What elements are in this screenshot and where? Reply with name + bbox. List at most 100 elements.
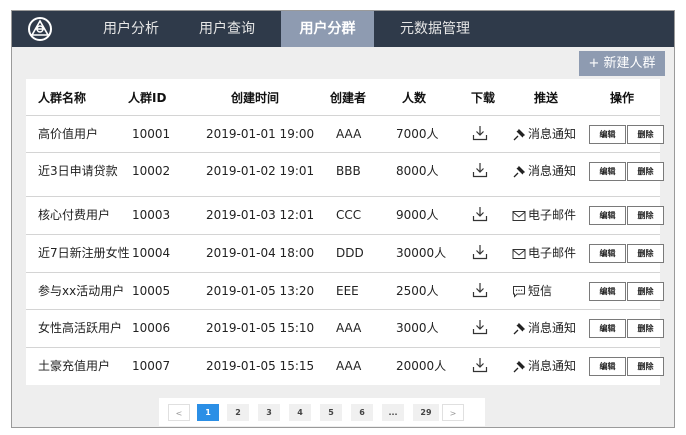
- tab-user-query[interactable]: 用户查询: [188, 11, 266, 47]
- edit-button[interactable]: 编辑: [589, 125, 626, 144]
- push-channel: 消息通知: [512, 116, 576, 153]
- cell-created-at: 2019-01-04 18:00: [206, 246, 315, 260]
- cell-creator: DDD: [336, 246, 364, 260]
- download-icon[interactable]: [472, 162, 488, 178]
- pin-icon: [512, 321, 528, 335]
- cell-id: 10006: [132, 321, 171, 335]
- header-ops: 操作: [610, 91, 635, 105]
- cell-creator: AAA: [336, 359, 362, 373]
- page-button[interactable]: 4: [289, 404, 311, 421]
- cell-count: 8000人: [396, 164, 439, 178]
- download-icon[interactable]: [472, 357, 488, 373]
- push-label: 电子邮件: [528, 208, 577, 222]
- cell-creator: EEE: [336, 284, 359, 298]
- page-button[interactable]: 5: [320, 404, 342, 421]
- cell-creator: BBB: [336, 164, 361, 178]
- header-id: 人群ID: [128, 91, 167, 105]
- cell-id: 10007: [132, 359, 171, 373]
- new-group-button[interactable]: + 新建人群: [579, 51, 665, 76]
- page-button[interactable]: 6: [351, 404, 373, 421]
- header-download: 下载: [471, 91, 496, 105]
- cell-created-at: 2019-01-05 15:15: [206, 359, 315, 373]
- cell-name: 核心付费用户: [38, 208, 111, 222]
- cell-id: 10004: [132, 246, 171, 260]
- table-row: 近3日申请贷款 10002 2019-01-02 19:01 BBB 8000人 消息通知…: [26, 152, 664, 189]
- logo-icon: [28, 17, 52, 41]
- push-label: 短信: [528, 284, 553, 298]
- mail-icon: [512, 208, 528, 222]
- group-table: 人群名称 人群ID 创建时间 创建者 人数 下载 推送 操作 高价值用户 1000…: [26, 79, 664, 385]
- page-button[interactable]: 29: [413, 404, 439, 421]
- download-icon[interactable]: [472, 319, 488, 335]
- cell-name: 近7日新注册女性: [38, 246, 130, 260]
- cell-id: 10005: [132, 284, 171, 298]
- push-channel: 消息通知: [512, 348, 576, 385]
- cell-creator: AAA: [336, 321, 362, 335]
- delete-button[interactable]: 删除: [627, 244, 664, 263]
- table-row: 女性高活跃用户 10006 2019-01-05 15:10 AAA 3000人 消息通知…: [26, 309, 664, 347]
- delete-button[interactable]: 删除: [627, 162, 664, 181]
- cell-count: 20000人: [396, 359, 447, 373]
- download-icon[interactable]: [472, 125, 488, 141]
- tab-user-segmentation[interactable]: 用户分群: [281, 11, 374, 47]
- table-row: 近7日新注册女性 10004 2019-01-04 18:00 DDD 30000人 电子…: [26, 234, 664, 272]
- push-label: 消息通知: [528, 127, 577, 141]
- page-button[interactable]: 1: [197, 404, 219, 421]
- page-button[interactable]: 3: [258, 404, 280, 421]
- next-page-button[interactable]: >: [442, 404, 464, 421]
- cell-name: 近3日申请贷款: [38, 164, 118, 178]
- cell-created-at: 2019-01-03 12:01: [206, 208, 315, 222]
- pagination: < 1 2 3 4 5 6... 29 >: [159, 398, 485, 426]
- cell-name: 土豪充值用户: [38, 359, 111, 373]
- header-created-at: 创建时间: [231, 91, 280, 105]
- edit-button[interactable]: 编辑: [589, 162, 626, 181]
- cell-count: 3000人: [396, 321, 439, 335]
- edit-button[interactable]: 编辑: [589, 319, 626, 338]
- tab-user-analysis[interactable]: 用户分析: [92, 11, 170, 47]
- download-icon[interactable]: [472, 206, 488, 222]
- download-icon[interactable]: [472, 282, 488, 298]
- cell-name: 参与xx活动用户: [38, 284, 125, 298]
- push-label: 消息通知: [528, 359, 577, 373]
- delete-button[interactable]: 删除: [627, 357, 664, 376]
- app-window: 用户分析 用户查询 用户分群 元数据管理 + 新建人群 人群名称 人群ID 创建…: [11, 10, 675, 428]
- prev-page-button[interactable]: <: [168, 404, 190, 421]
- cell-id: 10003: [132, 208, 171, 222]
- table-row: 高价值用户 10001 2019-01-01 19:00 AAA 7000人 消息通知 编辑…: [26, 115, 664, 153]
- cell-count: 7000人: [396, 127, 439, 141]
- cell-count: 9000人: [396, 208, 439, 222]
- pin-icon: [512, 359, 528, 373]
- page-ellipsis: ...: [382, 404, 404, 421]
- download-icon[interactable]: [472, 244, 488, 260]
- edit-button[interactable]: 编辑: [589, 244, 626, 263]
- delete-button[interactable]: 删除: [627, 319, 664, 338]
- edit-button[interactable]: 编辑: [589, 206, 626, 225]
- cell-count: 2500人: [396, 284, 439, 298]
- delete-button[interactable]: 删除: [627, 206, 664, 225]
- table-row: 核心付费用户 10003 2019-01-03 12:01 CCC 9000人 电子邮件编…: [26, 196, 664, 234]
- push-channel: 电子邮件: [512, 197, 576, 234]
- delete-button[interactable]: 删除: [627, 125, 664, 144]
- cell-creator: AAA: [336, 127, 362, 141]
- cell-creator: CCC: [336, 208, 362, 222]
- push-channel: 短信: [512, 273, 552, 310]
- cell-id: 10002: [132, 164, 171, 178]
- header-creator: 创建者: [330, 91, 367, 105]
- top-nav: 用户分析 用户查询 用户分群 元数据管理: [12, 11, 674, 47]
- push-channel: 消息通知: [512, 310, 576, 347]
- tab-metadata-management[interactable]: 元数据管理: [390, 11, 480, 47]
- chat-icon: [512, 284, 528, 298]
- cell-count: 30000人: [396, 246, 447, 260]
- push-label: 消息通知: [528, 321, 577, 335]
- cell-name: 女性高活跃用户: [38, 321, 123, 335]
- push-channel: 电子邮件: [512, 235, 576, 272]
- header-push: 推送: [534, 91, 559, 105]
- cell-created-at: 2019-01-01 19:00: [206, 127, 315, 141]
- table-row: 参与xx活动用户 10005 2019-01-05 13:20 EEE 2500人 短信 编…: [26, 272, 664, 310]
- edit-button[interactable]: 编辑: [589, 357, 626, 376]
- edit-button[interactable]: 编辑: [589, 282, 626, 301]
- push-label: 电子邮件: [528, 246, 577, 260]
- delete-button[interactable]: 删除: [627, 282, 664, 301]
- page-button[interactable]: 2: [227, 404, 249, 421]
- cell-created-at: 2019-01-05 15:10: [206, 321, 315, 335]
